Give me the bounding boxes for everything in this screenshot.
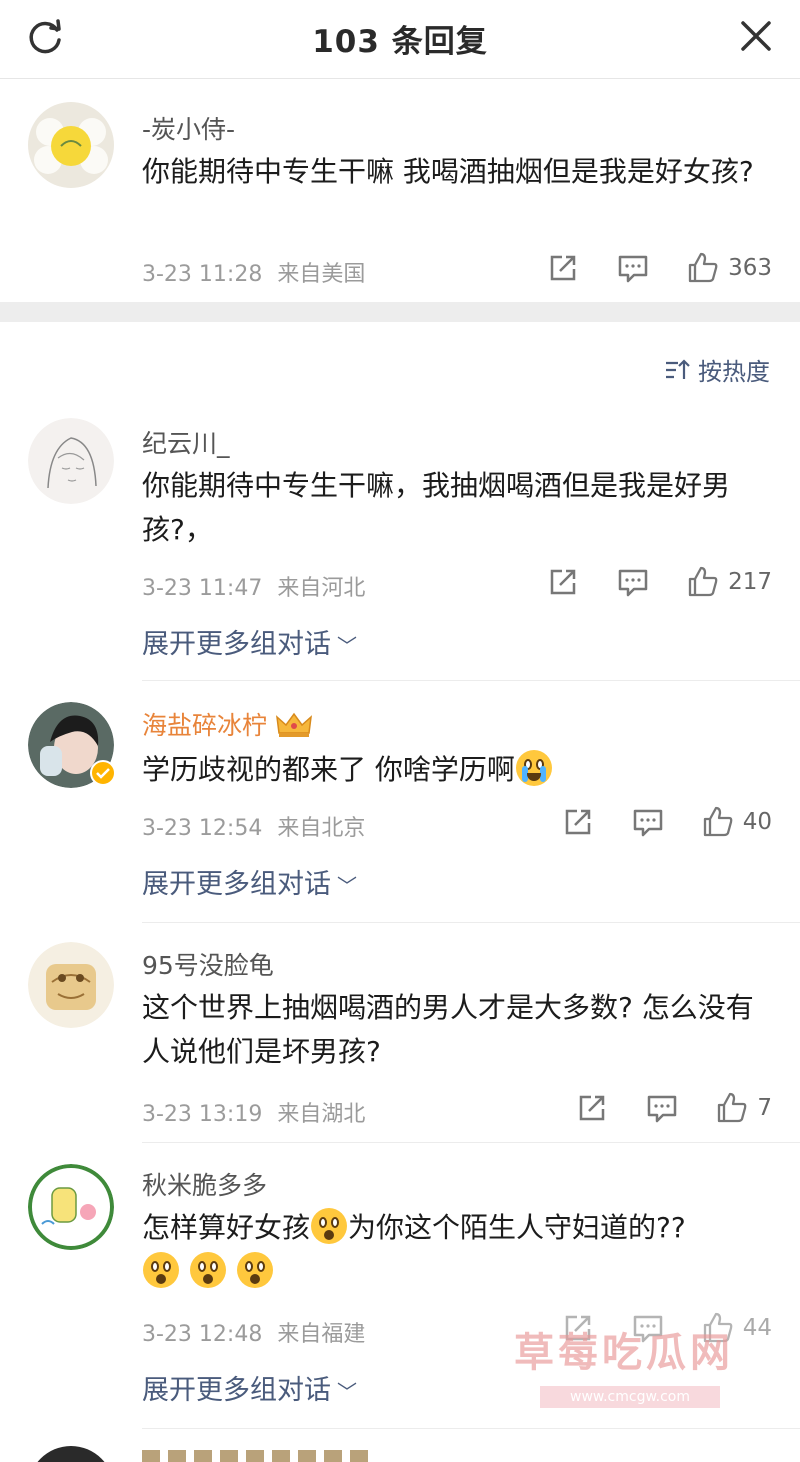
comment-text: 学历歧视的都来了 你啥学历啊 bbox=[142, 748, 772, 792]
comment-actions: 7 bbox=[539, 1088, 772, 1128]
share-icon[interactable] bbox=[546, 565, 580, 599]
comment-meta: 3-23 12:54 来自北京 bbox=[142, 810, 365, 842]
username[interactable]: -炭小侍- bbox=[142, 110, 235, 146]
divider bbox=[142, 922, 800, 923]
expand-conversation-link[interactable]: 展开更多组对话 ﹀ bbox=[142, 862, 357, 901]
expand-conversation-link[interactable]: 展开更多组对话 ﹀ bbox=[142, 622, 357, 661]
divider bbox=[142, 680, 800, 681]
divider bbox=[142, 1428, 800, 1429]
chevron-down-icon: ﹀ bbox=[337, 634, 357, 658]
comment-location: 来自北京 bbox=[277, 816, 366, 841]
watermark-logo: 草莓吃瓜网 bbox=[514, 1330, 734, 1376]
comment-meta: 3-23 11:28 来自美国 bbox=[142, 256, 365, 288]
username[interactable]: 纪云川_ bbox=[142, 424, 230, 460]
comment-icon[interactable] bbox=[616, 565, 650, 599]
crying-emoji-icon bbox=[515, 750, 552, 786]
astonished-emoji-icon bbox=[236, 1252, 273, 1288]
comment-text-content: 学历歧视的都来了 你啥学历啊 bbox=[142, 753, 515, 786]
comment-location: 来自湖北 bbox=[277, 1102, 366, 1127]
crown-icon bbox=[275, 712, 312, 737]
comment-icon[interactable] bbox=[616, 251, 650, 285]
username-partial bbox=[142, 1450, 372, 1462]
comment-location: 来自河北 bbox=[277, 576, 366, 601]
like-icon[interactable] bbox=[686, 251, 720, 285]
comment-time: 3-23 11:47 bbox=[142, 576, 263, 601]
like-count: 217 bbox=[728, 569, 772, 595]
comment-time: 3-23 13:19 bbox=[142, 1102, 263, 1127]
page-title: 103 条回复 bbox=[312, 24, 488, 60]
share-icon[interactable] bbox=[561, 805, 595, 839]
sort-icon bbox=[666, 358, 690, 379]
comment-meta: 3-23 13:19 来自湖北 bbox=[142, 1096, 365, 1128]
comment-item: 纪云川_ 你能期待中专生干嘛，我抽烟喝酒但是我是好男孩?， 3-23 11:47… bbox=[0, 400, 800, 681]
sort-label: 按热度 bbox=[698, 358, 770, 386]
comment-icon[interactable] bbox=[631, 805, 665, 839]
like-count: 363 bbox=[728, 255, 772, 281]
comment-meta: 3-23 12:48 来自福建 bbox=[142, 1316, 365, 1348]
comment-time: 3-23 11:28 bbox=[142, 262, 263, 287]
like-icon[interactable] bbox=[701, 805, 735, 839]
comment-actions: 40 bbox=[525, 802, 772, 842]
comment-text-part: 为你这个陌生人守妇道的?? bbox=[348, 1211, 686, 1244]
astonished-emoji-icon bbox=[189, 1252, 226, 1288]
verified-badge-icon bbox=[90, 760, 116, 786]
comment-location: 来自美国 bbox=[277, 262, 366, 287]
section-divider bbox=[0, 302, 800, 322]
like-count: 40 bbox=[742, 809, 772, 835]
comment-meta: 3-23 11:47 来自河北 bbox=[142, 570, 365, 602]
comment-icon[interactable] bbox=[645, 1091, 679, 1125]
comment-actions: 363 bbox=[510, 248, 772, 288]
like-icon[interactable] bbox=[686, 565, 720, 599]
comment-text: 你能期待中专生干嘛，我抽烟喝酒但是我是好男孩?， bbox=[142, 469, 731, 546]
comment-item: 海盐碎冰柠 学历歧视的都来了 你啥学历啊 3-23 12:54 来自北京 40 … bbox=[0, 682, 800, 923]
watermark-url: www.cmcgw.com bbox=[540, 1386, 720, 1408]
comment-time: 3-23 12:54 bbox=[142, 816, 263, 841]
astonished-emoji-icon bbox=[143, 1252, 179, 1288]
comment-actions: 217 bbox=[510, 562, 772, 602]
like-icon[interactable] bbox=[715, 1091, 749, 1125]
chevron-down-icon: ﹀ bbox=[337, 1380, 357, 1404]
sort-toggle[interactable]: 按热度 bbox=[664, 352, 770, 387]
comment-text-part: 怎样算好女孩 bbox=[142, 1211, 311, 1244]
username[interactable]: 95号没脸龟 bbox=[142, 946, 274, 982]
avatar[interactable] bbox=[28, 418, 114, 504]
divider bbox=[142, 1142, 800, 1143]
share-icon[interactable] bbox=[575, 1091, 609, 1125]
username-text: 海盐碎冰柠 bbox=[142, 711, 268, 740]
username[interactable]: 海盐碎冰柠 bbox=[142, 706, 313, 742]
expand-conversation-link[interactable]: 展开更多组对话 ﹀ bbox=[142, 1368, 357, 1407]
share-icon[interactable] bbox=[546, 251, 580, 285]
comment-text: 这个世界上抽烟喝酒的男人才是大多数? 怎么没有人说他们是坏男孩? bbox=[142, 991, 754, 1068]
close-icon[interactable] bbox=[738, 18, 774, 54]
expand-label: 展开更多组对话 bbox=[142, 869, 331, 900]
avatar bbox=[28, 1446, 114, 1462]
chevron-down-icon: ﹀ bbox=[337, 874, 357, 898]
next-comment-partial bbox=[0, 1440, 800, 1462]
header-bar: 103 条回复 bbox=[0, 0, 800, 79]
username[interactable]: 秋米脆多多 bbox=[142, 1166, 267, 1202]
like-count: 44 bbox=[742, 1315, 772, 1341]
avatar[interactable] bbox=[28, 1164, 114, 1250]
comment-text: 怎样算好女孩 为你这个陌生人守妇道的?? bbox=[142, 1206, 757, 1294]
comment-item: 95号没脸龟 这个世界上抽烟喝酒的男人才是大多数? 怎么没有人说他们是坏男孩? … bbox=[0, 924, 800, 1143]
avatar[interactable] bbox=[28, 702, 116, 788]
root-comment: -炭小侍- 你能期待中专生干嘛 我喝酒抽烟但是我是好女孩? 3-23 11:28… bbox=[0, 80, 800, 302]
avatar[interactable] bbox=[28, 102, 114, 188]
comment-text: 你能期待中专生干嘛 我喝酒抽烟但是我是好女孩? bbox=[142, 155, 754, 188]
expand-label: 展开更多组对话 bbox=[142, 1375, 331, 1406]
avatar[interactable] bbox=[28, 942, 114, 1028]
astonished-emoji-icon bbox=[311, 1208, 348, 1244]
comment-location: 来自福建 bbox=[277, 1322, 366, 1347]
like-count: 7 bbox=[757, 1095, 772, 1121]
comment-time: 3-23 12:48 bbox=[142, 1322, 263, 1347]
expand-label: 展开更多组对话 bbox=[142, 629, 331, 660]
